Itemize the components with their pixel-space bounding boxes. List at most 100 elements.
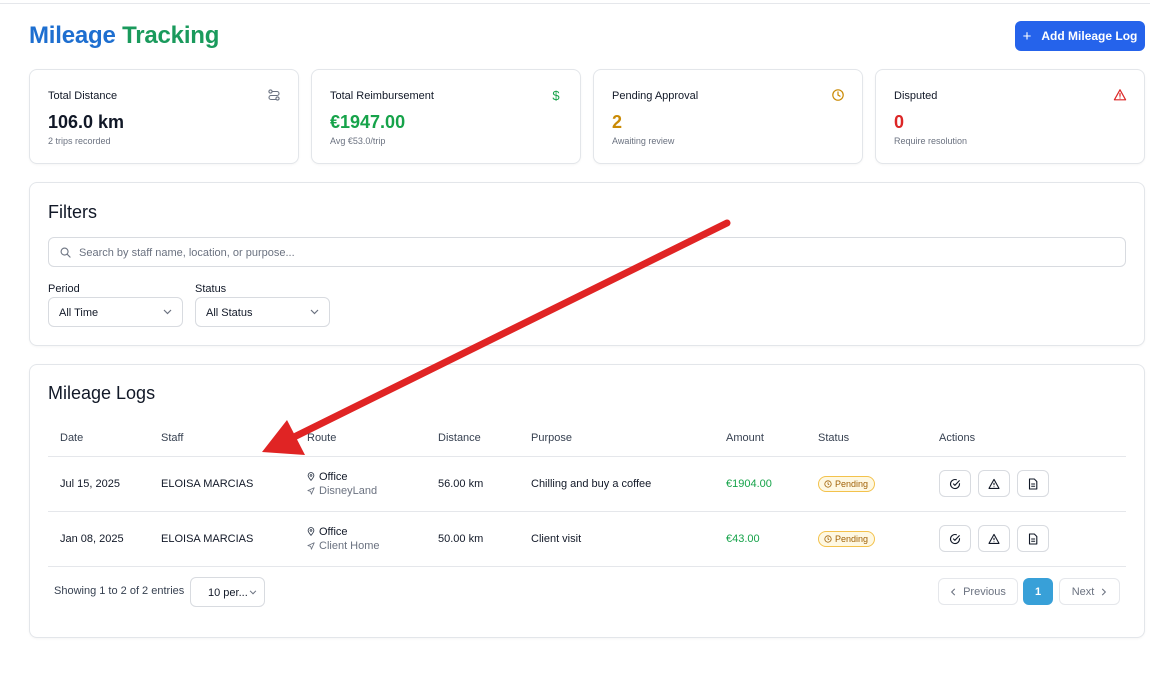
period-label: Period: [48, 283, 80, 295]
top-border: [0, 0, 1150, 4]
search-field[interactable]: [48, 237, 1126, 267]
svg-text:$: $: [552, 88, 560, 102]
stat-value: 106.0 km: [48, 112, 125, 132]
chevron-down-icon: [163, 309, 172, 315]
dispute-button[interactable]: [978, 525, 1010, 552]
cell-actions: [939, 511, 1126, 567]
cell-route: Office DisneyLand: [307, 456, 438, 512]
stat-card-total-reimbursement: Total Reimbursement $ €1947.00 Avg €53.0…: [311, 69, 581, 164]
period-select-value: All Time: [59, 307, 99, 319]
mileage-logs-panel: Mileage Logs Date Staff Route Distance P…: [29, 364, 1145, 638]
column-header-distance: Distance: [438, 420, 531, 457]
previous-page-button[interactable]: Previous: [938, 578, 1018, 605]
next-label: Next: [1071, 585, 1095, 598]
stat-value: €1947.00: [330, 112, 406, 132]
page-title: Mileage Tracking: [29, 22, 219, 50]
chevron-right-icon: [1102, 588, 1107, 595]
search-icon: [60, 247, 71, 258]
stat-sub: Avg €53.0/trip: [330, 136, 386, 146]
filters-panel: Filters Period All Time Status All Statu…: [29, 182, 1145, 346]
column-header-date: Date: [48, 420, 161, 457]
cell-staff: ELOISA MARCIAS: [161, 511, 307, 567]
route-to-text: DisneyLand: [319, 484, 378, 497]
alert-triangle-icon: [988, 478, 1000, 489]
stat-card-total-distance: Total Distance 106.0 km 2 trips recorded: [29, 69, 299, 164]
stat-sub: Awaiting review: [612, 136, 675, 146]
status-badge: Pending: [818, 530, 876, 547]
dollar-icon: $: [552, 88, 560, 102]
column-header-route: Route: [307, 420, 438, 457]
cell-route: Office Client Home: [307, 511, 438, 567]
stat-label: Total Reimbursement: [330, 90, 434, 102]
mileage-logs-table: Date Staff Route Distance Purpose Amount…: [48, 420, 1126, 567]
stat-card-disputed: Disputed 0 Require resolution: [875, 69, 1145, 164]
cell-actions: [939, 456, 1126, 512]
cell-staff: ELOISA MARCIAS: [161, 456, 307, 512]
route-from: Office: [307, 471, 438, 483]
clock-icon: [824, 534, 832, 543]
column-header-amount: Amount: [726, 420, 818, 457]
add-mileage-log-label: Add Mileage Log: [1041, 29, 1138, 43]
column-header-status: Status: [818, 420, 939, 457]
approve-button[interactable]: [939, 525, 971, 552]
stat-card-pending-approval: Pending Approval 2 Awaiting review: [593, 69, 863, 164]
add-mileage-log-button[interactable]: + Add Mileage Log: [1015, 21, 1145, 51]
approve-button[interactable]: [939, 470, 971, 497]
showing-entries-text: Showing 1 to 2 of 2 entries: [54, 585, 185, 597]
stat-label: Pending Approval: [612, 90, 699, 102]
view-details-button[interactable]: [1017, 525, 1049, 552]
next-page-button[interactable]: Next: [1059, 578, 1120, 605]
alert-triangle-icon: [1113, 89, 1127, 101]
navigation-icon: [307, 486, 315, 495]
per-page-value: 10 per...: [208, 587, 248, 599]
route-from: Office: [307, 526, 438, 538]
cell-distance: 50.00 km: [438, 511, 531, 567]
status-badge: Pending: [818, 475, 876, 492]
column-header-actions: Actions: [939, 420, 1126, 457]
map-pin-icon: [307, 527, 315, 536]
stat-label: Disputed: [894, 90, 938, 102]
table-row: Jul 15, 2025 ELOISA MARCIAS Office Disne…: [48, 456, 1126, 512]
cell-status: Pending: [818, 456, 939, 512]
table-row: Jan 08, 2025 ELOISA MARCIAS Office Clien…: [48, 511, 1126, 567]
cell-purpose: Client visit: [531, 511, 726, 567]
cell-amount: €1904.00: [726, 456, 818, 512]
status-badge-label: Pending: [835, 478, 869, 489]
stat-label: Total Distance: [48, 90, 118, 102]
column-header-staff: Staff: [161, 420, 307, 457]
previous-label: Previous: [963, 585, 1006, 598]
plus-icon: +: [1022, 27, 1032, 45]
cell-status: Pending: [818, 511, 939, 567]
check-circle-icon: [950, 478, 961, 489]
cell-date: Jan 08, 2025: [48, 511, 161, 567]
view-details-button[interactable]: [1017, 470, 1049, 497]
page-number-button[interactable]: 1: [1023, 578, 1053, 605]
map-pin-icon: [307, 472, 315, 481]
route-to-text: Client Home: [319, 539, 380, 552]
route-icon: [268, 89, 280, 101]
clock-icon: [832, 89, 844, 101]
clock-icon: [824, 479, 832, 488]
chevron-down-icon: [310, 309, 319, 315]
navigation-icon: [307, 541, 315, 550]
column-header-purpose: Purpose: [531, 420, 726, 457]
check-circle-icon: [950, 533, 961, 544]
route-from-text: Office: [319, 470, 348, 483]
per-page-select[interactable]: 10 per...: [190, 577, 265, 607]
search-input[interactable]: [79, 244, 1109, 262]
dispute-button[interactable]: [978, 470, 1010, 497]
table-header-row: Date Staff Route Distance Purpose Amount…: [48, 420, 1126, 457]
status-select[interactable]: All Status: [195, 297, 330, 327]
cell-amount: €43.00: [726, 511, 818, 567]
mileage-logs-title: Mileage Logs: [48, 383, 156, 403]
route-to: DisneyLand: [307, 485, 438, 497]
document-icon: [1028, 477, 1038, 490]
status-select-value: All Status: [206, 307, 253, 319]
cell-distance: 56.00 km: [438, 456, 531, 512]
stat-value: 2: [612, 112, 623, 132]
page-title-part1: Mileage: [29, 22, 116, 49]
filters-title: Filters: [48, 202, 97, 222]
route-from-text: Office: [319, 525, 348, 538]
route-to: Client Home: [307, 540, 438, 552]
period-select[interactable]: All Time: [48, 297, 183, 327]
